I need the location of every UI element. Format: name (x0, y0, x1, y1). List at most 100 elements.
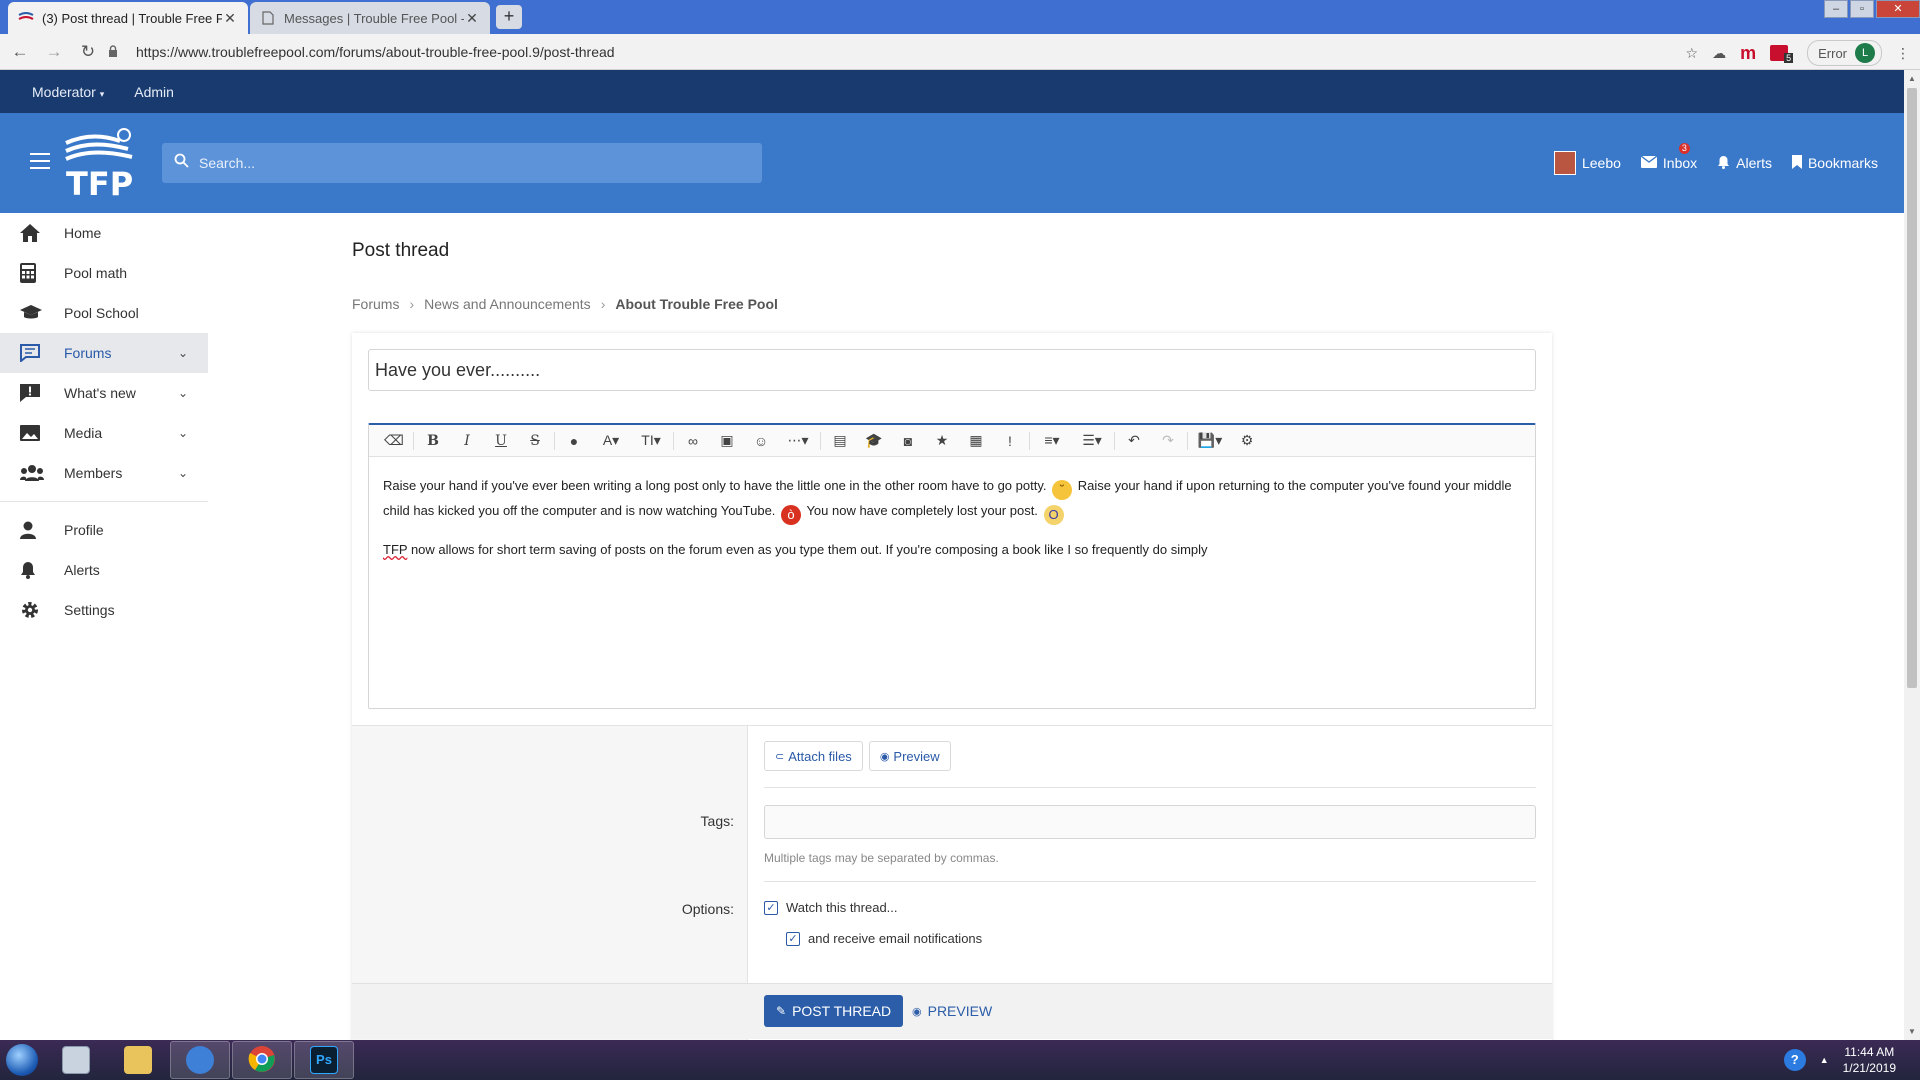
back-icon[interactable]: ← (6, 42, 34, 62)
post-thread-button[interactable]: ✎ POST THREAD (764, 995, 904, 1027)
insert-image-icon[interactable]: ▣ (710, 428, 744, 454)
caret-down-icon: ▾ (99, 88, 105, 99)
attach-files-button[interactable]: ⊂ Attach files (764, 741, 863, 771)
admin-link[interactable]: Admin (134, 84, 174, 100)
start-button[interactable] (0, 1040, 44, 1080)
photoshop-icon: Ps (310, 1046, 338, 1074)
text-color-icon[interactable]: ● (557, 428, 591, 454)
font-size-icon[interactable]: TI▾ (631, 428, 671, 454)
bold-icon[interactable]: B (416, 428, 450, 454)
watch-thread-checkbox[interactable]: ✓ Watch this thread... (764, 900, 898, 915)
more-options-icon[interactable]: ⋯▾ (778, 428, 818, 454)
m-extension-icon[interactable]: m (1740, 43, 1756, 64)
user-menu[interactable]: Leebo (1553, 151, 1621, 175)
list-icon[interactable]: ☰▾ (1072, 428, 1112, 454)
exclamation-icon[interactable]: ! (993, 428, 1027, 454)
breadcrumb-link-forums[interactable]: Forums (352, 296, 399, 312)
chevron-down-icon[interactable]: ⌄ (178, 426, 188, 440)
taskbar-explorer[interactable] (108, 1041, 168, 1079)
editor-content[interactable]: Raise your hand if you've ever been writ… (369, 457, 1535, 593)
tfp-logo[interactable]: TFP (62, 125, 138, 203)
forward-icon[interactable]: → (40, 42, 68, 62)
sidebar-item-pool-math[interactable]: Pool math (0, 253, 208, 293)
sidebar-item-members[interactable]: Members ⌄ (0, 453, 208, 493)
smilie-icon[interactable]: ☺ (744, 428, 778, 454)
search-bar[interactable]: Search... (162, 143, 762, 183)
star-icon[interactable]: ★ (925, 428, 959, 454)
underline-icon[interactable]: U (484, 428, 518, 454)
page-scrollbar[interactable]: ▲ ▼ (1904, 70, 1920, 1040)
address-bar[interactable]: https://www.troublefreepool.com/forums/a… (108, 38, 1678, 66)
graduation-cap-icon[interactable]: 🎓 (857, 428, 891, 454)
clear-formatting-icon[interactable]: ⌫ (377, 428, 411, 454)
browser-tab-post-thread[interactable]: (3) Post thread | Trouble Free Po ✕ (8, 2, 248, 34)
moderator-menu[interactable]: Moderator ▾ (32, 84, 104, 100)
chevron-down-icon[interactable]: ⌄ (178, 346, 188, 360)
tags-input[interactable] (764, 805, 1536, 839)
alerts-link[interactable]: Alerts (1717, 155, 1772, 172)
calendar-icon[interactable]: ▤ (823, 428, 857, 454)
help-icon[interactable]: ? (1783, 1049, 1806, 1071)
sidebar-item-whats-new[interactable]: What's new ⌄ (0, 373, 208, 413)
font-family-icon[interactable]: A▾ (591, 428, 631, 454)
window-close-button[interactable]: ✕ (1876, 0, 1920, 18)
bookmarks-link[interactable]: Bookmarks (1791, 154, 1878, 172)
sidebar-item-forums[interactable]: Forums ⌄ (0, 333, 208, 373)
calculator-icon[interactable]: ▦ (959, 428, 993, 454)
gear-icon[interactable]: ⚙ (1230, 428, 1264, 454)
breadcrumb-link-about[interactable]: About Trouble Free Pool (615, 296, 778, 312)
minimize-button[interactable]: – (1824, 0, 1848, 18)
hamburger-menu-icon[interactable] (30, 153, 50, 169)
window-controls: – ▫ ✕ (1822, 0, 1920, 20)
close-tab-icon[interactable]: ✕ (222, 10, 238, 27)
menu-dots-icon[interactable]: ⋮ (1896, 45, 1910, 62)
sidebar-item-alerts[interactable]: Alerts (0, 550, 208, 590)
thread-title-input[interactable]: Have you ever.......... (368, 349, 1536, 391)
post-paragraph: TFP now allows for short term saving of … (383, 542, 1208, 557)
sidebar-item-pool-school[interactable]: Pool School (0, 293, 208, 333)
windows-logo-icon (6, 1044, 38, 1076)
new-tab-button[interactable]: + (496, 5, 522, 29)
maximize-button[interactable]: ▫ (1850, 0, 1874, 18)
graduation-cap-icon (20, 305, 44, 321)
tray-expand-icon[interactable]: ▲ (1820, 1055, 1829, 1065)
scroll-up-icon[interactable]: ▲ (1908, 74, 1916, 83)
profile-avatar: L (1855, 43, 1875, 63)
drafts-icon[interactable]: 💾▾ (1190, 428, 1230, 454)
undo-icon[interactable]: ↶ (1117, 428, 1151, 454)
taskbar-chrome[interactable] (232, 1041, 292, 1079)
editor-toolbar: ⌫ B I U S ● A▾ TI▾ ∞ ▣ ☺ ⋯▾ ▤ 🎓 ◙ ★ ▦ ! … (369, 425, 1535, 457)
cloud-extension-icon[interactable]: ☁ (1712, 45, 1726, 62)
tab-title: Messages | Trouble Free Pool - A (284, 10, 464, 26)
camera-icon[interactable]: ◙ (891, 428, 925, 454)
browser-tab-messages[interactable]: Messages | Trouble Free Pool - A ✕ (250, 2, 490, 34)
strikethrough-icon[interactable]: S (518, 428, 552, 454)
link-icon[interactable]: ∞ (676, 428, 710, 454)
taskbar-outlook[interactable] (170, 1041, 230, 1079)
inbox-link[interactable]: Inbox 3 (1640, 143, 1697, 171)
redo-icon[interactable]: ↷ (1151, 428, 1185, 454)
chevron-down-icon[interactable]: ⌄ (178, 386, 188, 400)
preview-submit-button[interactable]: ◉ PREVIEW (906, 995, 998, 1027)
taskbar-calculator[interactable] (46, 1041, 106, 1079)
italic-icon[interactable]: I (450, 428, 484, 454)
sidebar-item-profile[interactable]: Profile (0, 510, 208, 550)
system-clock[interactable]: 11:44 AM 1/21/2019 (1843, 1044, 1896, 1076)
scream-emoji-icon: O (1043, 505, 1064, 525)
scroll-thumb[interactable] (1907, 88, 1917, 688)
scroll-down-icon[interactable]: ▼ (1908, 1027, 1916, 1036)
close-tab-icon[interactable]: ✕ (464, 10, 480, 27)
preview-button[interactable]: ◉ Preview (868, 741, 951, 771)
sidebar-item-home[interactable]: Home (0, 213, 208, 253)
email-notifications-checkbox[interactable]: ✓ and receive email notifications (786, 931, 982, 946)
reload-icon[interactable]: ↻ (74, 42, 102, 62)
sidebar-item-media[interactable]: Media ⌄ (0, 413, 208, 453)
profile-error-button[interactable]: Error L (1807, 40, 1882, 66)
bookmark-star-icon[interactable]: ☆ (1686, 45, 1699, 62)
align-icon[interactable]: ≡▾ (1032, 428, 1072, 454)
sidebar-item-settings[interactable]: Settings (0, 590, 208, 630)
taskbar-photoshop[interactable]: Ps (294, 1041, 354, 1079)
tags-label: Tags: (700, 813, 734, 829)
breadcrumb-link-news[interactable]: News and Announcements (424, 296, 591, 312)
chevron-down-icon[interactable]: ⌄ (178, 466, 188, 480)
